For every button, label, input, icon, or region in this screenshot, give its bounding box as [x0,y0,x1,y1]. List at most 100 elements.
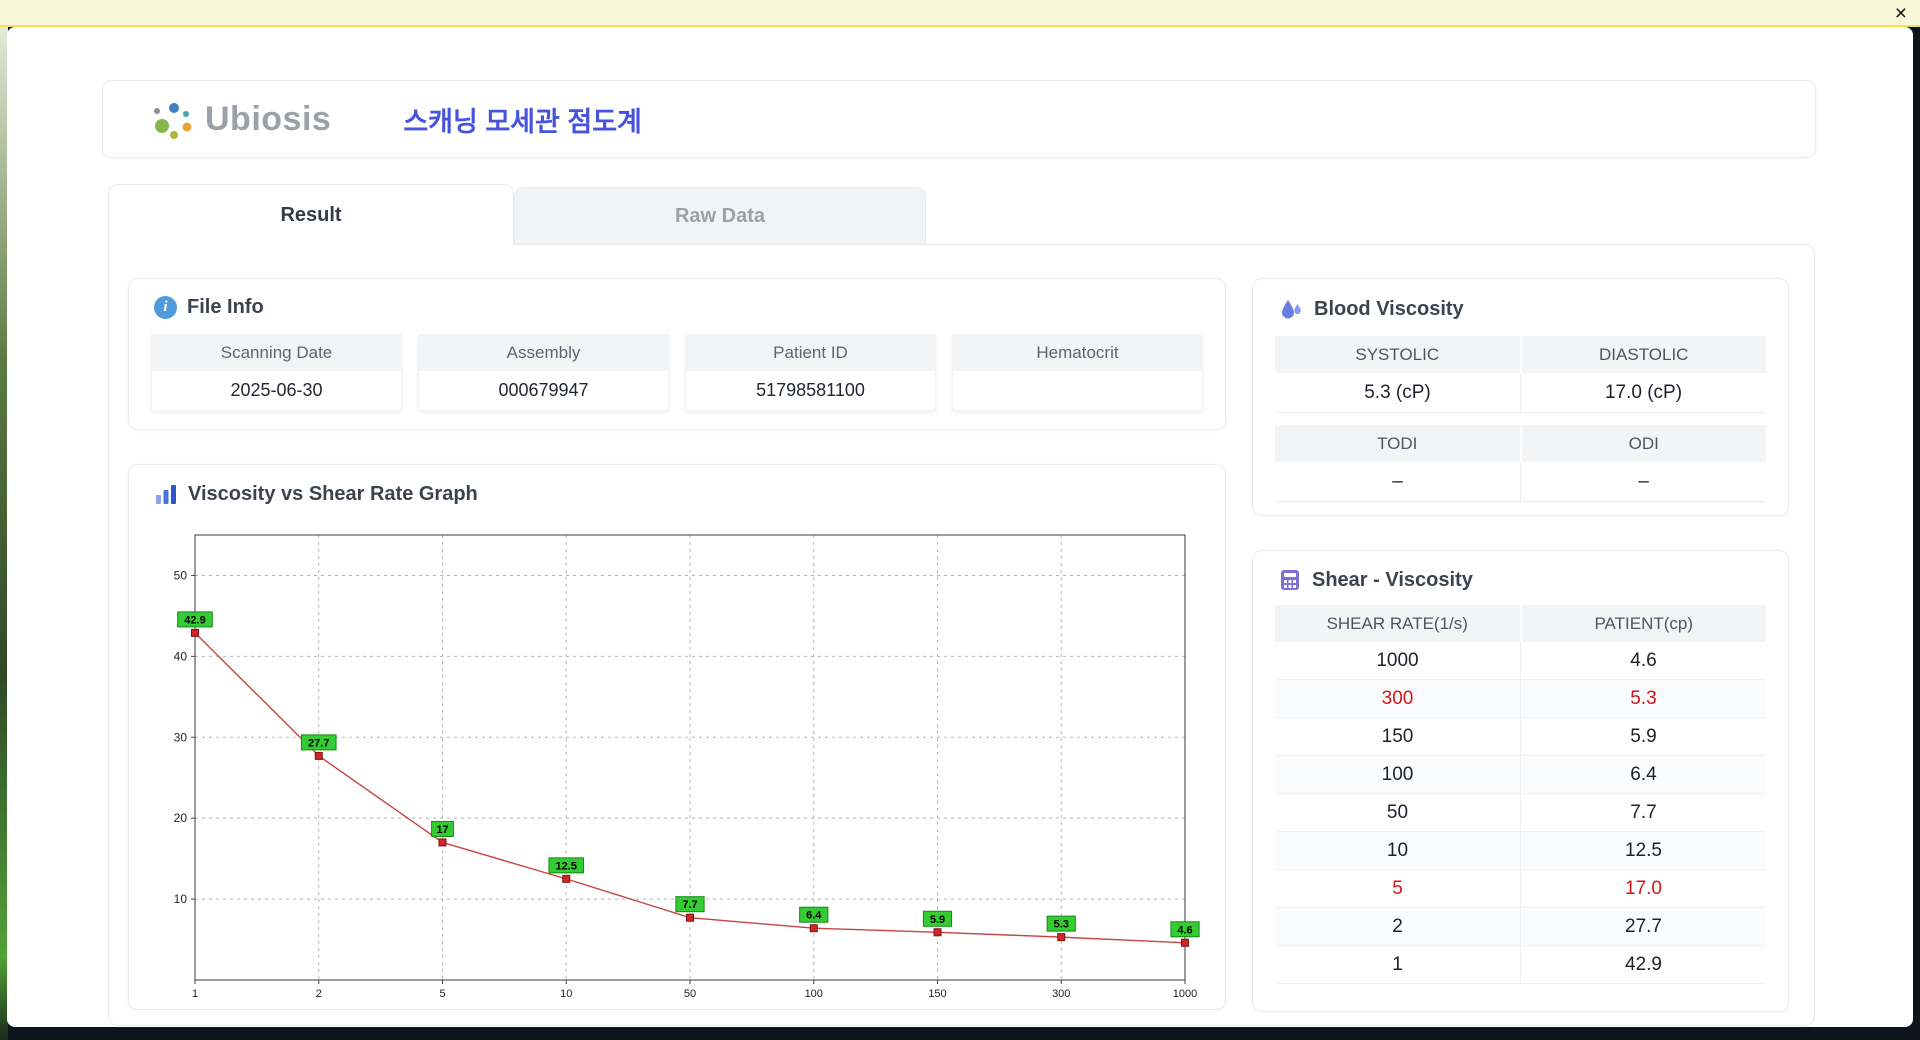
svg-text:42.9: 42.9 [184,614,205,626]
svg-text:1000: 1000 [1173,988,1197,1000]
blood-header-todi: TODI [1275,425,1520,462]
svg-text:10: 10 [174,892,188,906]
field-value-patient-id: 51798581100 [685,371,936,411]
svg-text:5.3: 5.3 [1054,919,1069,931]
svg-text:7.7: 7.7 [682,899,697,911]
close-icon[interactable]: × [1895,1,1907,26]
blood-value-diastolic: 17.0 (cP) [1520,373,1766,413]
shear-table-row: 5 17.0 [1275,870,1766,908]
tab-raw-data-label: Raw Data [674,204,766,227]
tab-raw-data[interactable]: Raw Data [514,187,926,244]
shear-rate-cell: 150 [1381,725,1414,747]
file-info-field-hematocrit: Hematocrit [952,334,1203,411]
patient-viscosity-cell: 42.9 [1520,946,1766,983]
shear-viscosity-title: Shear - Viscosity [1312,568,1473,591]
patient-viscosity-cell: 17.0 [1520,870,1766,907]
ubiosis-logo: Ubiosis [151,96,331,142]
field-label-patient-id: Patient ID [685,334,936,371]
shear-table-row: 50 7.7 [1275,794,1766,832]
field-label-assembly: Assembly [418,334,669,371]
blood-viscosity-title: Blood Viscosity [1314,297,1464,320]
svg-text:5: 5 [439,988,445,1000]
patient-viscosity-cell: 7.7 [1520,794,1766,831]
file-info-title: File Info [187,296,264,318]
blood-header-systolic: SYSTOLIC [1275,336,1520,373]
shear-col-rate: SHEAR RATE(1/s) [1326,613,1468,633]
file-info-fields: Scanning Date 2025-06-30 Assembly 000679947… [151,334,1203,411]
shear-rate-cell: 5 [1392,877,1403,899]
tab-result-label: Result [280,203,342,226]
blood-value-odi: – [1520,462,1766,502]
shear-viscosity-table: SHEAR RATE(1/s) PATIENT(cp) 1000 4.6 300 5.… [1275,605,1766,984]
blood-header-odi: ODI [1519,425,1766,462]
shear-viscosity-header: Shear - Viscosity [1253,551,1788,592]
svg-text:20: 20 [174,811,188,825]
patient-viscosity-cell: 12.5 [1520,832,1766,869]
patient-viscosity-cell: 4.6 [1520,642,1766,679]
svg-text:2: 2 [316,988,322,1000]
file-info-card: i File Info Scanning Date 2025-06-30 Assem… [128,278,1226,430]
blood-viscosity-header: Blood Viscosity [1253,279,1788,322]
field-label-scanning-date: Scanning Date [151,334,402,371]
info-icon: i [154,296,177,319]
svg-text:10: 10 [560,988,572,1000]
patient-viscosity-cell: 6.4 [1520,756,1766,793]
svg-text:150: 150 [928,988,946,1000]
file-info-header: i File Info [129,279,1225,319]
blood-header-row: TODI ODI [1275,425,1766,462]
svg-text:50: 50 [174,568,188,582]
file-info-field-assembly: Assembly 000679947 [418,334,669,411]
blood-viscosity-table: SYSTOLIC DIASTOLIC 5.3 (cP) 17.0 (cP) TODI OD… [1275,336,1766,502]
logo-text: Ubiosis [205,99,332,138]
shear-col-patient: PATIENT(cp) [1519,605,1767,642]
graph-card: Viscosity vs Shear Rate Graph 10 20 30 40 50… [128,464,1226,1010]
header: Ubiosis 스캐닝 모세관 점도계 [102,80,1816,158]
graph-header: Viscosity vs Shear Rate Graph [129,465,1225,506]
shear-table-header: SHEAR RATE(1/s) PATIENT(cp) [1275,605,1766,642]
blood-value-row: 5.3 (cP) 17.0 (cP) [1275,373,1766,413]
blood-value-todi: – [1275,462,1520,502]
page-title: 스캐닝 모세관 점도계 [403,106,642,137]
patient-viscosity-cell: 27.7 [1520,908,1766,945]
svg-text:27.7: 27.7 [308,737,329,749]
content-panel: i File Info Scanning Date 2025-06-30 Assem… [108,244,1815,1026]
file-info-field-patient-id: Patient ID 51798581100 [685,334,936,411]
shear-rate-cell: 2 [1392,915,1403,937]
shear-rate-cell: 300 [1381,687,1414,709]
patient-viscosity-cell: 5.3 [1520,680,1766,717]
field-value-scanning-date: 2025-06-30 [151,371,402,411]
shear-table-body: 1000 4.6 300 5.3 150 5.9 100 6.4 50 7.7 10 12.5 5 17.… [1275,642,1766,984]
shear-table-row: 10 12.5 [1275,832,1766,870]
file-info-field-scanning-date: Scanning Date 2025-06-30 [151,334,402,411]
blood-header-diastolic: DIASTOLIC [1519,336,1766,373]
shear-table-row: 150 5.9 [1275,718,1766,756]
field-value-assembly: 000679947 [418,371,669,411]
bar-chart-icon [156,485,176,504]
shear-table-row: 2 27.7 [1275,908,1766,946]
shear-rate-cell: 10 [1386,839,1409,861]
svg-text:5.9: 5.9 [930,914,945,926]
svg-text:17: 17 [436,824,448,836]
shear-table-row: 1 42.9 [1275,946,1766,984]
field-value-hematocrit [952,371,1203,411]
svg-text:100: 100 [805,988,823,1000]
svg-text:30: 30 [174,730,188,744]
svg-text:300: 300 [1052,988,1070,1000]
blood-value-systolic: 5.3 (cP) [1275,373,1520,413]
shear-rate-cell: 100 [1381,763,1414,785]
calculator-icon [1281,570,1299,590]
tab-result[interactable]: Result [108,184,514,245]
shear-rate-cell: 50 [1386,801,1409,823]
svg-text:4.6: 4.6 [1177,924,1192,936]
svg-text:50: 50 [684,988,696,1000]
shear-rate-cell: 1 [1392,953,1403,975]
viscosity-shear-chart: 10 20 30 40 50 1 2 5 10 50 100 150 300 1000 42.9 27.7 17… [174,534,1200,1000]
svg-text:6.4: 6.4 [806,910,822,922]
svg-text:40: 40 [174,649,188,663]
blood-header-row: SYSTOLIC DIASTOLIC [1275,336,1766,373]
window-title-strip: × [0,0,1920,27]
shear-table-row: 300 5.3 [1275,680,1766,718]
shear-table-row: 1000 4.6 [1275,642,1766,680]
app-window: Ubiosis 스캐닝 모세관 점도계 Result Raw Data i Fi… [7,27,1913,1027]
blood-value-row: – – [1275,462,1766,502]
